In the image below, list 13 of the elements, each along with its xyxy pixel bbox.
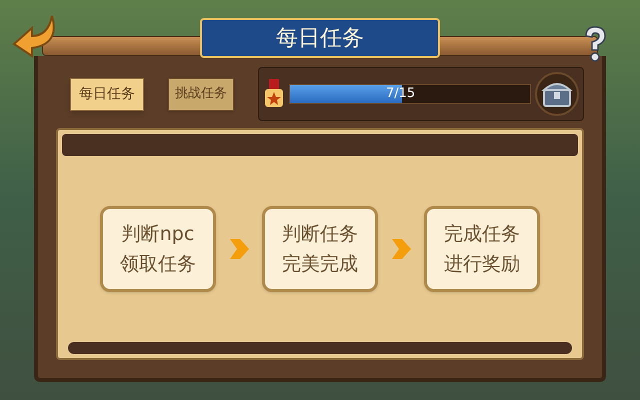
step-text: 判断npc xyxy=(122,223,194,245)
step-text: 领取任务 xyxy=(120,253,196,275)
treasure-chest-icon[interactable] xyxy=(535,72,579,116)
chevron-arrow-icon xyxy=(228,236,250,262)
medal-icon xyxy=(263,79,285,109)
step-text: 完美完成 xyxy=(282,253,358,275)
step-text: 判断任务 xyxy=(282,223,358,245)
step-text: 进行奖励 xyxy=(444,253,520,275)
tab[interactable]: 每日任务 xyxy=(70,78,144,110)
window-title: 每日任务 xyxy=(276,24,364,52)
chevron-arrow-icon xyxy=(390,236,412,262)
step-text: 完成任务 xyxy=(444,223,520,245)
tab[interactable]: 挑战任务 xyxy=(168,78,234,110)
